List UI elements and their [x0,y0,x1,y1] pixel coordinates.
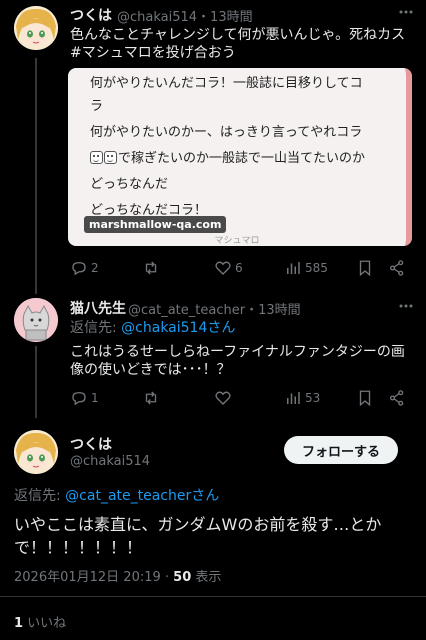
like-count: 6 [235,261,243,275]
views-count: 50 [173,570,192,585]
reply-to-link[interactable]: @chakai514さん [121,320,235,336]
avatar[interactable] [14,298,58,342]
reply-count: 2 [91,261,99,275]
reply-icon [72,392,86,406]
card-brand: マシュマロ [214,236,260,246]
meta-separator: · [160,570,174,585]
reply-to-line: 返信先: @chakai514さん [70,318,235,338]
author-name[interactable]: つくは [70,5,112,25]
heart-icon [215,261,231,275]
share-icon [389,260,404,276]
like-button[interactable]: 6 [214,259,243,277]
views-button[interactable]: 585 [284,259,328,277]
author-name[interactable]: つくは [70,434,112,454]
post-timestamp[interactable]: 2026年01月12日 20:19 [14,570,161,585]
post-meta: 2026年01月12日 20:19 · 50 表示 [14,566,221,585]
views-button[interactable]: 53 [284,389,320,407]
reply-count: 1 [91,391,99,405]
share-button[interactable] [388,389,406,407]
like-button[interactable] [214,389,232,407]
action-bar: 2 6 585 [70,259,414,279]
share-button[interactable] [388,259,406,277]
heart-icon [215,391,231,405]
retweet-button[interactable] [142,389,160,407]
likes-summary[interactable]: 1 いいね [14,612,66,631]
retweet-button[interactable] [142,259,160,277]
bookmark-icon [359,260,371,277]
reply-icon [72,262,86,276]
reply-to-prefix: 返信先: [14,488,66,504]
card-line: 何がやりたいんだコラ！一般誌に目移りしてコ [90,76,363,91]
card-line: で稼ぎたいのか一般誌で一山当てたいのか [118,151,366,166]
analytics-icon [287,262,300,274]
bookmark-button[interactable] [356,389,374,407]
card-line: ラ [90,99,104,114]
reply-to-line: 返信先: @cat_ate_teacherさん [14,486,219,506]
card-domain-badge: marshmallow-qa.com [84,216,227,233]
reply-button[interactable]: 2 [70,259,99,277]
thread-connector [35,58,37,294]
reply-to-link[interactable]: @cat_ate_teacherさん [65,488,219,504]
hashtag-link[interactable]: #マシュマロを投げ合おう [70,43,236,63]
author-name[interactable]: 猫八先生 [70,298,126,318]
author-handle[interactable]: @cat_ate_teacher [128,303,245,318]
card-line: どっちなんだ [90,177,169,192]
author-handle-time[interactable]: @cat_ate_teacher・13時間 [128,299,301,318]
post-text: 色んなことチャレンジして何が悪いんじゃ。死ねカス [70,27,406,43]
avatar[interactable] [14,6,58,50]
post-text: いやここは素直に、ガンダムWのお前を殺す…とか [14,515,382,534]
analytics-icon [287,392,300,404]
face-emoji-icon [90,151,103,164]
author-handle[interactable]: @chakai514 [117,10,197,25]
retweet-icon [145,261,157,275]
thread-connector [35,346,37,418]
reply-button[interactable]: 1 [70,389,99,407]
marshmallow-card[interactable]: 何がやりたいんだコラ！一般誌に目移りしてコ ラ 何がやりたいのかー、はっきり言っ… [68,68,412,246]
views-label: 表示 [191,570,222,585]
avatar[interactable] [14,430,58,474]
author-handle-time[interactable]: @chakai514・13時間 [117,6,253,25]
card-line: 何がやりたいのかー、はっきり言ってやれコラ [90,125,363,140]
more-options-icon[interactable] [398,298,414,314]
post-text: 像の使いどきでは･･･！？ [70,362,231,378]
likes-count: 1 [14,616,24,631]
author-handle[interactable]: @chakai514 [70,454,150,469]
bookmark-icon [359,390,371,407]
divider [0,596,426,597]
face-emoji-icon [104,151,117,164]
share-icon [389,390,404,406]
likes-label: いいね [23,616,67,631]
bookmark-button[interactable] [356,259,374,277]
retweet-icon [145,391,157,405]
reply-to-prefix: 返信先: [70,320,122,336]
more-options-icon[interactable] [398,4,414,20]
card-line-with-emoji: で稼ぎたいのか一般誌で一山当てたいのか [90,147,365,166]
post-text: これはうるせーしらねーファイナルファンタジーの画 [70,344,405,360]
post-time: ・13時間 [197,10,253,25]
follow-button[interactable]: フォローする [284,436,398,464]
action-bar: 1 53 [70,389,414,409]
view-count: 53 [305,391,321,405]
post-text: で！！！！！！！ [14,538,143,557]
post-time: ・13時間 [245,303,301,318]
view-count: 585 [305,261,328,275]
